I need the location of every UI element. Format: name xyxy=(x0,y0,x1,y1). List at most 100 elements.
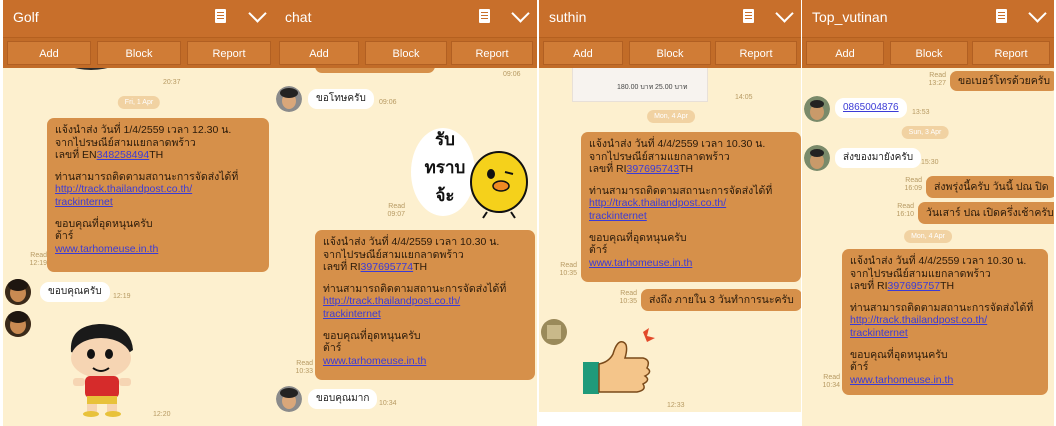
incoming-message-bubble: 0865004876 xyxy=(835,98,907,118)
outgoing-message-bubble: ส่งพรุ่งนี้ครับ วันนี้ ปณ ปิด xyxy=(926,176,1054,198)
tracking-letters: EN xyxy=(82,149,97,162)
block-button[interactable]: Block xyxy=(890,41,968,65)
thumbs-up-sticker xyxy=(579,326,659,402)
tracking-prefix: เลขที่ xyxy=(323,261,351,274)
tracking-number-link[interactable]: 397695757 xyxy=(888,280,941,292)
message-status: Read 10:35 xyxy=(603,290,637,306)
avatar[interactable] xyxy=(276,86,302,112)
action-bar: Add Block Report xyxy=(539,38,801,68)
block-button[interactable]: Block xyxy=(97,41,181,65)
track-info-text: ท่านสามารถติดตามสถานะการจัดส่งได้ที่ xyxy=(323,282,507,295)
chevron-down-icon[interactable] xyxy=(248,4,267,23)
avatar[interactable] xyxy=(804,145,830,171)
ship-date: 1/4/2559 xyxy=(123,124,165,136)
tracking-number-link[interactable]: 397695774 xyxy=(361,261,414,273)
note-icon[interactable] xyxy=(996,9,1007,23)
add-button[interactable]: Add xyxy=(7,41,91,65)
message-time: 09:06 xyxy=(379,99,397,106)
read-status: Read xyxy=(823,374,840,381)
price-text: 180.00 บาท xyxy=(617,84,654,91)
message-status: Read 10:34 xyxy=(806,374,840,390)
track-link-continued[interactable]: trackinternet xyxy=(55,196,261,209)
ship-time: 10.30 น. xyxy=(460,236,500,248)
incoming-message-bubble: ขอโทษครับ xyxy=(308,89,374,109)
track-link-continued[interactable]: trackinternet xyxy=(850,327,1040,340)
message-time: 13:53 xyxy=(912,109,930,116)
ship-date: 4/4/2559 xyxy=(657,138,699,150)
sticker-word: จ้ะ xyxy=(435,186,455,206)
avatar[interactable] xyxy=(5,311,31,337)
chevron-down-icon[interactable] xyxy=(511,4,530,23)
shipping-message-bubble: แจ้งนำส่ง วันที่ 4/4/2559 เวลา 10.30 น. … xyxy=(315,230,535,380)
chat-panel-chat: chat Add Block Report 09:06 ขอโทษครับ 09… xyxy=(275,0,537,426)
date-separator: Fri, 1 Apr xyxy=(117,96,161,109)
action-bar: Add Block Report xyxy=(802,38,1054,68)
message-status: Read 12:19 xyxy=(13,252,47,268)
sticker-text: รับ ทราบ จ้ะ xyxy=(421,126,469,210)
track-link[interactable]: http://track.thailandpost.co.th/ xyxy=(589,197,793,210)
add-button[interactable]: Add xyxy=(543,41,623,65)
note-icon[interactable] xyxy=(743,9,754,23)
message-list[interactable]: 20:37 Fri, 1 Apr Read 12:19 แจ้งนำส่ง วั… xyxy=(3,68,275,426)
chat-header: chat xyxy=(275,0,537,38)
track-link[interactable]: http://track.thailandpost.co.th/ xyxy=(850,314,1040,327)
website-link[interactable]: www.tarhomeuse.in.th xyxy=(55,243,261,256)
message-list[interactable]: ขอเบอร์โทรด้วยครับ Read 13:27 0865004876… xyxy=(802,68,1054,426)
block-button[interactable]: Block xyxy=(365,41,447,65)
message-status: Read 13:27 xyxy=(912,72,946,88)
report-button[interactable]: Report xyxy=(187,41,271,65)
time-prefix: เวลา xyxy=(698,138,727,150)
chevron-down-icon[interactable] xyxy=(775,4,794,23)
thanks-text: ขอบคุณที่อุดหนุนครับ xyxy=(55,217,153,230)
track-link-continued[interactable]: trackinternet xyxy=(323,308,527,321)
branch-text: จากไปรษณีย์สามแยกลาดพร้าว xyxy=(323,248,464,261)
thanks-text: ขอบคุณที่อุดหนุนครับ xyxy=(850,348,948,361)
chevron-down-icon[interactable] xyxy=(1028,4,1047,23)
action-bar: Add Block Report xyxy=(275,38,537,68)
branch-text: จากไปรษณีย์สามแยกลาดพร้าว xyxy=(850,267,991,280)
avatar[interactable] xyxy=(5,279,31,305)
date-separator: Sun, 3 Apr xyxy=(901,126,949,139)
message-list[interactable]: 180.00 บาท 25.00 บาท 14:05 Mon, 4 Apr แจ… xyxy=(539,68,801,412)
add-button[interactable]: Add xyxy=(806,41,884,65)
time-prefix: เวลา xyxy=(164,124,193,136)
read-status: Read xyxy=(620,290,637,297)
message-time: 12:33 xyxy=(667,402,685,409)
action-bar: Add Block Report xyxy=(3,38,275,68)
report-button[interactable]: Report xyxy=(715,41,797,65)
ship-prefix: แจ้งนำส่ง วันที่ xyxy=(55,124,124,136)
block-button[interactable]: Block xyxy=(629,41,711,65)
track-link[interactable]: http://track.thailandpost.co.th/ xyxy=(323,295,527,308)
outgoing-message-bubble: วันเสาร์ ปณ เปิดครึ่งเช้าครับ xyxy=(918,202,1054,224)
avatar[interactable] xyxy=(276,386,302,412)
receipt-image[interactable]: 180.00 บาท 25.00 บาท xyxy=(572,68,708,102)
tracking-number-link[interactable]: 397695743 xyxy=(627,163,680,175)
chat-header: suthin xyxy=(539,0,801,38)
report-button[interactable]: Report xyxy=(972,41,1050,65)
track-link-continued[interactable]: trackinternet xyxy=(589,210,793,223)
phone-number-link[interactable]: 0865004876 xyxy=(843,102,899,113)
track-link[interactable]: http://track.thailandpost.co.th/ xyxy=(55,183,261,196)
website-link[interactable]: www.tarhomeuse.in.th xyxy=(850,374,1040,387)
avatar[interactable] xyxy=(804,96,830,122)
message-status: Read 10:33 xyxy=(279,360,313,376)
tracking-number-link[interactable]: 348258494 xyxy=(97,149,150,161)
website-link[interactable]: www.tarhomeuse.in.th xyxy=(323,355,527,368)
message-time: 15:30 xyxy=(921,159,939,166)
message-status: Read 16:09 xyxy=(888,177,922,193)
tracking-prefix: เลขที่ xyxy=(589,163,617,176)
message-time: 09:06 xyxy=(503,71,521,78)
signature-text: ต้าร์ xyxy=(850,361,869,374)
report-button[interactable]: Report xyxy=(451,41,533,65)
website-link[interactable]: www.tarhomeuse.in.th xyxy=(589,257,793,270)
note-icon[interactable] xyxy=(215,9,226,23)
track-info-text: ท่านสามารถติดตามสถานะการจัดส่งได้ที่ xyxy=(850,301,1034,314)
chat-title: Top_vutinan xyxy=(812,9,888,25)
add-button[interactable]: Add xyxy=(279,41,359,65)
note-icon[interactable] xyxy=(479,9,490,23)
ship-prefix: แจ้งนำส่ง วันที่ xyxy=(323,236,392,248)
tracking-letters: RI xyxy=(877,280,888,293)
avatar[interactable] xyxy=(541,319,567,345)
duck-sticker: รับ ทราบ จ้ะ xyxy=(407,124,531,220)
message-list[interactable]: 09:06 ขอโทษครับ 09:06 รับ ทราบ จ้ะ Read xyxy=(275,68,537,426)
